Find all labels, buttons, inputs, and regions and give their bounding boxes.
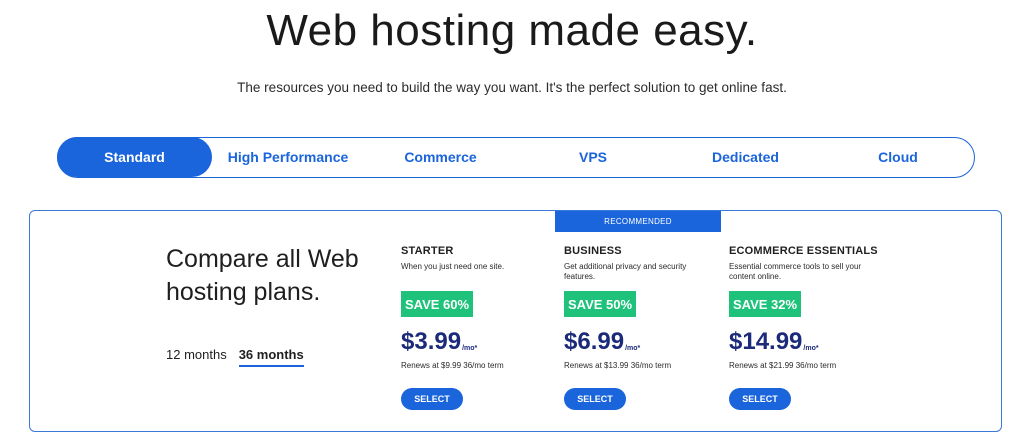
price-unit: /mo*	[625, 345, 641, 352]
plan-name: BUSINESS	[564, 245, 622, 257]
plan-name: STARTER	[401, 245, 454, 257]
hosting-type-tabs: Standard High Performance Commerce VPS D…	[57, 137, 975, 178]
plan-price: $3.99	[401, 328, 462, 355]
tab-commerce[interactable]: Commerce	[363, 138, 518, 176]
term-toggle: 12 months 36 months	[166, 347, 316, 367]
compare-title-line1: Compare all Web	[166, 245, 359, 273]
select-business-button[interactable]: SELECT	[564, 388, 626, 410]
page-subtitle: The resources you need to build the way …	[237, 80, 787, 95]
save-badge: SAVE 32%	[729, 291, 802, 317]
tab-standard[interactable]: Standard	[57, 137, 212, 177]
price-row: $14.99 /mo*	[729, 329, 819, 355]
price-row: $3.99 /mo*	[401, 329, 477, 355]
renewal-note: Renews at $9.99 36/mo term	[401, 361, 504, 370]
plan-card-starter: STARTER When you just need one site. SAV…	[401, 245, 561, 410]
plan-card-ecommerce-essentials: ECOMMERCE ESSENTIALS Essential commerce …	[729, 245, 889, 410]
plan-description: When you just need one site.	[401, 262, 505, 271]
plan-description: Essential commerce tools to sell your co…	[729, 262, 862, 281]
plan-price: $6.99	[564, 328, 625, 355]
recommended-banner: RECOMMENDED	[555, 211, 721, 232]
price-unit: /mo*	[462, 345, 478, 352]
renewal-note: Renews at $21.99 36/mo term	[729, 361, 837, 370]
price-unit: /mo*	[803, 345, 819, 352]
page-title: Web hosting made easy.	[266, 6, 758, 55]
term-12-months[interactable]: 12 months	[166, 347, 227, 367]
renewal-note: Renews at $13.99 36/mo term	[564, 361, 672, 370]
compare-title-line2: hosting plans.	[166, 278, 321, 306]
plan-description: Get additional privacy and security feat…	[564, 262, 687, 281]
select-ecommerce-essentials-button[interactable]: SELECT	[729, 388, 791, 410]
compare-title: Compare all Web hosting plans.	[166, 243, 359, 309]
tab-vps[interactable]: VPS	[518, 138, 668, 176]
save-badge: SAVE 60%	[401, 291, 474, 317]
plan-price: $14.99	[729, 328, 803, 355]
plans-panel: Compare all Web hosting plans. 12 months…	[29, 210, 1002, 432]
term-36-months[interactable]: 36 months	[238, 347, 304, 367]
plan-name: ECOMMERCE ESSENTIALS	[729, 245, 878, 257]
tab-cloud[interactable]: Cloud	[823, 138, 973, 176]
price-row: $6.99 /mo*	[564, 329, 640, 355]
select-starter-button[interactable]: SELECT	[401, 388, 463, 410]
tab-dedicated[interactable]: Dedicated	[668, 138, 823, 176]
tab-high-performance[interactable]: High Performance	[213, 138, 363, 176]
plan-card-business: BUSINESS Get additional privacy and secu…	[564, 245, 724, 410]
save-badge: SAVE 50%	[564, 291, 637, 317]
